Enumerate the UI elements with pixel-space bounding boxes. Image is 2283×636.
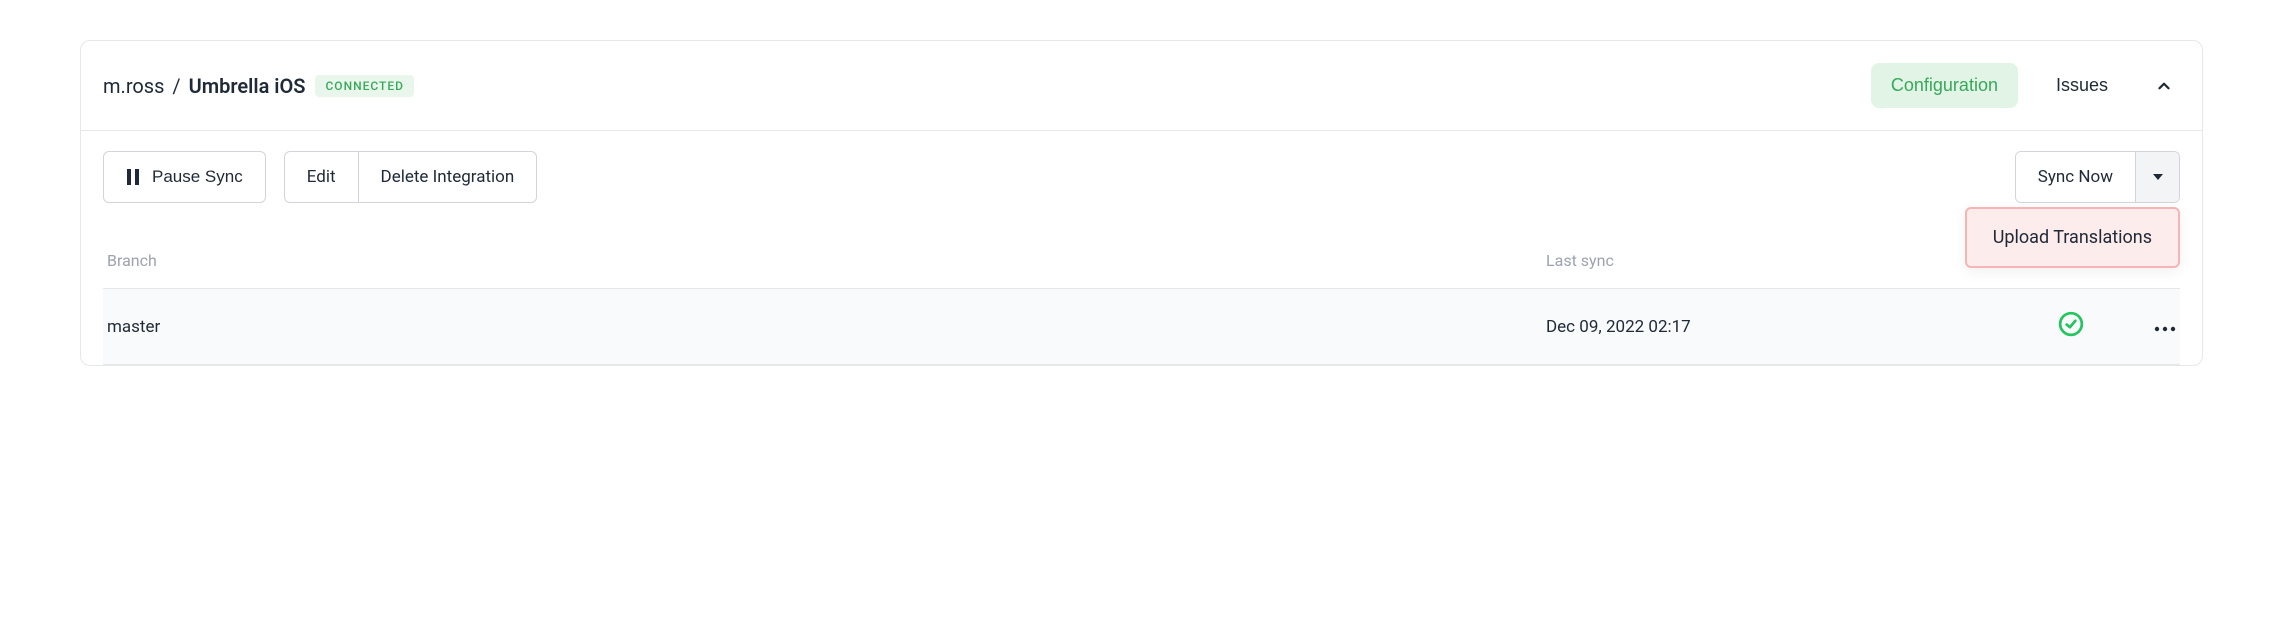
chevron-up-icon[interactable] <box>2152 74 2176 98</box>
breadcrumb-separator: / <box>167 74 185 98</box>
branches-table: Branch Last sync master Dec 09, 2022 02:… <box>103 251 2180 365</box>
sync-now-split-button: Sync Now <box>2015 151 2180 203</box>
edit-button[interactable]: Edit <box>285 152 358 202</box>
breadcrumb-group: m.ross / Umbrella iOS CONNECTED <box>103 74 414 98</box>
cell-last-sync: Dec 09, 2022 02:17 <box>1546 317 2026 337</box>
breadcrumb-project: Umbrella iOS <box>189 74 306 98</box>
tab-configuration[interactable]: Configuration <box>1871 63 2018 108</box>
cell-branch: master <box>107 317 1546 337</box>
delete-integration-label: Delete Integration <box>381 167 515 187</box>
tab-issues[interactable]: Issues <box>2036 63 2128 108</box>
col-header-branch: Branch <box>107 251 1546 270</box>
col-header-last-sync: Last sync <box>1546 251 2026 270</box>
header-right: Configuration Issues <box>1871 63 2180 108</box>
breadcrumb: m.ross / Umbrella iOS <box>103 74 305 98</box>
pause-icon <box>126 169 140 185</box>
more-horizontal-icon[interactable] <box>2154 326 2176 332</box>
breadcrumb-owner: m.ross <box>103 74 164 98</box>
edit-label: Edit <box>307 167 336 187</box>
edit-delete-group: Edit Delete Integration <box>284 151 538 203</box>
pause-sync-button[interactable]: Pause Sync <box>103 151 266 203</box>
caret-down-icon <box>2153 174 2163 180</box>
panel-body: Pause Sync Edit Delete Integration Sync … <box>81 131 2202 365</box>
cell-status <box>2026 311 2116 342</box>
integration-panel: m.ross / Umbrella iOS CONNECTED Configur… <box>80 40 2203 366</box>
check-circle-icon <box>2058 311 2084 337</box>
sync-now-button[interactable]: Sync Now <box>2016 152 2135 202</box>
pause-sync-label: Pause Sync <box>152 167 243 187</box>
table-row: master Dec 09, 2022 02:17 <box>103 289 2180 365</box>
cell-actions <box>2116 317 2176 337</box>
sync-now-label: Sync Now <box>2038 167 2113 187</box>
upload-translations-item[interactable]: Upload Translations <box>1993 227 2152 248</box>
sync-now-dropdown-toggle[interactable] <box>2135 152 2179 202</box>
status-badge: CONNECTED <box>315 75 414 97</box>
delete-integration-button[interactable]: Delete Integration <box>358 152 537 202</box>
table-header: Branch Last sync <box>103 251 2180 289</box>
toolbar: Pause Sync Edit Delete Integration Sync … <box>103 151 2180 203</box>
panel-header: m.ross / Umbrella iOS CONNECTED Configur… <box>81 41 2202 131</box>
sync-dropdown-menu: Upload Translations <box>1965 207 2180 268</box>
